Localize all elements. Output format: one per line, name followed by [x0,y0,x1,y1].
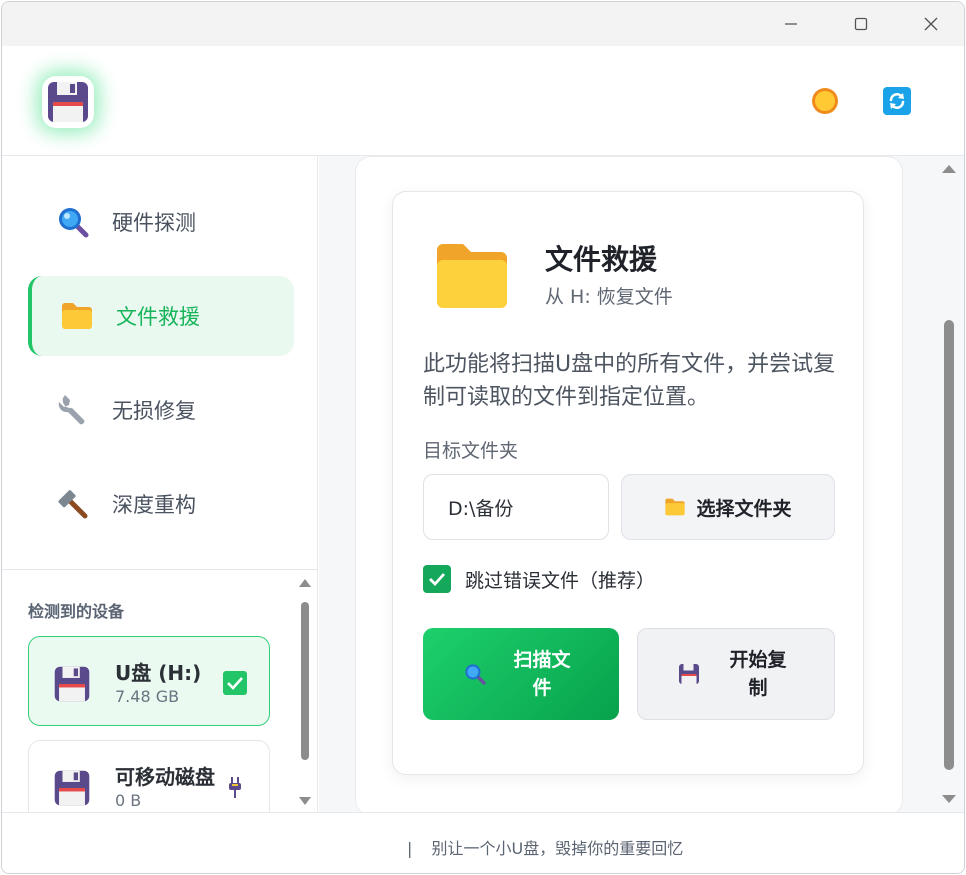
skip-errors-option[interactable]: 跳过错误文件（推荐） [423,564,655,594]
floppy-disk-icon [54,666,90,702]
sidebar: 硬件探测 文件救援 无损修复 深度重构 检测到的设备 U盘 (H:) 7.48 … [2,156,318,830]
magnifier-icon [56,205,90,239]
check-icon [223,671,247,695]
device-name: U盘 (H:) [115,661,202,685]
choose-folder-label: 选择文件夹 [696,497,792,520]
devices-title: 检测到的设备 [28,602,125,621]
close-icon [924,17,938,31]
device-size: 7.48 GB [115,687,180,706]
check-icon [429,573,446,587]
scan-files-button[interactable]: 扫描文件 [423,628,619,720]
start-copy-label: 开始复制 [729,649,787,699]
target-folder-input[interactable] [423,474,609,540]
sidebar-item-label: 硬件探测 [112,211,196,235]
footer-slogan-row: | 别让一个小U盘，毁掉你的重要回忆 [407,835,683,859]
devices-section: 检测到的设备 U盘 (H:) 7.48 GB 可移动磁盘 0 B [2,569,318,830]
devices-scroll-thumb[interactable] [301,602,309,760]
content-panel: 文件救援 从 H: 恢复文件 此功能将扫描U盘中的所有文件，并尝试复制可读取的文… [355,156,903,816]
sun-icon [812,88,838,114]
status-footer: | 别让一个小U盘，毁掉你的重要回忆 [2,812,964,873]
maximize-button[interactable] [838,8,884,40]
maximize-icon [854,17,868,31]
magnifier-icon [465,664,486,685]
folder-icon [437,244,507,308]
footer-separator: | [407,839,413,858]
floppy-disk-icon [54,770,90,806]
folder-icon [60,299,94,333]
main-scroll-thumb[interactable] [944,320,954,770]
wrench-icon [56,393,90,427]
minimize-button[interactable] [768,8,814,40]
scroll-down-icon[interactable] [298,796,312,806]
folder-icon [665,498,686,516]
sidebar-item-label: 文件救援 [116,305,200,329]
device-card-usb-h[interactable]: U盘 (H:) 7.48 GB [28,636,270,726]
minimize-icon [785,23,797,25]
card-description: 此功能将扫描U盘中的所有文件，并尝试复制可读取的文件到指定位置。 [423,352,836,410]
app-logo [42,76,94,128]
scroll-up-icon[interactable] [298,578,312,588]
choose-folder-button[interactable]: 选择文件夹 [621,474,835,540]
scroll-down-icon[interactable] [941,794,957,804]
start-copy-button[interactable]: 开始复制 [637,628,835,720]
main-scrollbar[interactable] [940,156,960,812]
refresh-icon [883,87,911,115]
footer-slogan: 别让一个小U盘，毁掉你的重要回忆 [431,839,684,858]
theme-toggle-button[interactable] [810,86,840,116]
scroll-up-icon[interactable] [941,164,957,174]
card-title: 文件救援 [545,243,658,276]
app-window: 硬件探测 文件救援 无损修复 深度重构 检测到的设备 U盘 (H:) 7.48 … [1,1,965,874]
close-button[interactable] [908,8,954,40]
title-bar [2,2,964,46]
sidebar-item-label: 深度重构 [112,493,196,517]
floppy-disk-icon [48,82,88,122]
target-folder-label: 目标文件夹 [423,440,519,462]
refresh-button[interactable] [882,86,912,116]
skip-errors-checkbox[interactable] [423,565,451,593]
main-area: 文件救援 从 H: 恢复文件 此功能将扫描U盘中的所有文件，并尝试复制可读取的文… [319,156,964,816]
hammer-icon [56,487,90,521]
sidebar-item-hardware-detect[interactable]: 硬件探测 [28,182,294,262]
skip-errors-label: 跳过错误文件（推荐） [465,569,656,592]
device-name: 可移动磁盘 [115,765,215,789]
sidebar-item-label: 无损修复 [112,399,196,423]
app-header [2,46,964,156]
devices-scrollbar[interactable] [298,574,312,810]
scan-files-label: 扫描文件 [513,649,571,699]
sidebar-item-file-rescue[interactable]: 文件救援 [28,276,294,356]
file-rescue-card: 文件救援 从 H: 恢复文件 此功能将扫描U盘中的所有文件，并尝试复制可读取的文… [392,191,864,775]
card-subtitle: 从 H: 恢复文件 [545,286,673,308]
plug-icon [229,777,241,798]
device-size: 0 B [115,791,142,810]
sidebar-item-deep-rebuild[interactable]: 深度重构 [28,464,294,544]
sidebar-item-lossless-repair[interactable]: 无损修复 [28,370,294,450]
floppy-disk-icon [679,664,699,684]
